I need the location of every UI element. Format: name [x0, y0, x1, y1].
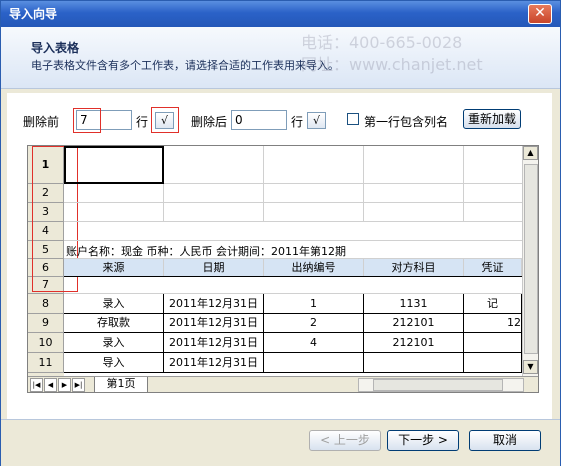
last-sheet-icon[interactable]: ▶| — [72, 378, 85, 392]
table-cell: 录入 — [64, 294, 164, 313]
account-info-text: 账户名称：现金 币种：人民币 会计期间：2011年第12期 — [66, 245, 346, 258]
row-header[interactable]: 9 — [28, 314, 64, 333]
table-cell: 2011年12月31日 — [164, 333, 264, 352]
next-button[interactable]: 下一步 > — [387, 430, 459, 451]
grid-row — [64, 146, 522, 184]
row-header[interactable]: 10 — [28, 333, 64, 353]
vertical-scrollbar[interactable]: ▲ ▼ — [522, 146, 538, 376]
table-cell: 2011年12月31日 — [164, 294, 264, 313]
table-cell: 导入 — [64, 353, 164, 372]
column-header: 来源 — [64, 259, 164, 276]
step-description: 电子表格文件含有多个工作表，请选择合适的工作表用来导入。 — [31, 59, 339, 72]
next-sheet-icon[interactable]: ▶ — [58, 378, 71, 392]
horizontal-scroll-thumb[interactable] — [373, 379, 503, 391]
delete-after-input[interactable]: 0 — [231, 110, 287, 130]
window-title: 导入向导 — [9, 7, 58, 21]
table-row: 录入 2011年12月31日 4 212101 — [64, 333, 522, 353]
rows-label-1: 行 — [136, 115, 149, 129]
table-cell: 1131 — [364, 294, 464, 313]
wizard-footer: < 上一步 下一步 > 取消 — [1, 419, 560, 466]
column-header: 出纳编号 — [264, 259, 364, 276]
title-bar[interactable]: 导入向导 ✕ — [1, 1, 560, 27]
info-row: 账户名称：现金 币种：人民币 会计期间：2011年第12期 — [64, 241, 522, 259]
table-row: 录入 2011年12月31日 1 1131 记 — [64, 294, 522, 314]
apply-button-highlight — [151, 107, 179, 133]
table-cell — [364, 353, 464, 372]
sheet-tab-bar: |◀ ◀ ▶ ▶| 第1页 — [28, 376, 538, 392]
table-cell: 记 — [464, 294, 522, 313]
grid-row — [64, 203, 522, 222]
horizontal-scrollbar[interactable] — [358, 378, 524, 392]
delete-before-label: 删除前 — [23, 115, 60, 129]
cancel-button[interactable]: 取消 — [469, 430, 541, 451]
table-cell: 212101 — [364, 333, 464, 352]
column-header-row: 来源 日期 出纳编号 对方科目 凭证 — [64, 259, 522, 277]
table-cell — [464, 333, 522, 352]
vertical-scroll-thumb[interactable] — [524, 164, 538, 354]
table-cell: 1 — [264, 294, 364, 313]
table-cell: 存取款 — [64, 314, 164, 332]
table-cell: 212101 — [364, 314, 464, 332]
active-cell[interactable] — [64, 146, 164, 184]
scroll-up-icon[interactable]: ▲ — [523, 146, 538, 160]
header-panel: 导入表格 电子表格文件含有多个工作表，请选择合适的工作表用来导入。 — [1, 27, 560, 89]
table-row: 存取款 2011年12月31日 2 212101 12 — [64, 314, 522, 333]
table-cell: 12 — [464, 314, 522, 332]
row-header[interactable]: 8 — [28, 294, 64, 314]
table-cell: 录入 — [64, 333, 164, 352]
prev-sheet-icon[interactable]: ◀ — [44, 378, 57, 392]
rows-label-2: 行 — [291, 115, 304, 129]
delete-before-highlight — [73, 108, 101, 133]
spreadsheet-preview[interactable]: 1 2 3 4 5 6 7 8 9 10 11 账户名称：现金 币种：人民币 会… — [27, 145, 539, 393]
close-button[interactable]: ✕ — [528, 4, 552, 24]
first-row-header-label: 第一行包含列名 — [364, 115, 449, 129]
table-row: 导入 2011年12月31日 — [64, 353, 522, 373]
delete-after-label: 删除后 — [191, 115, 228, 129]
table-cell — [264, 353, 364, 372]
scroll-down-icon[interactable]: ▼ — [523, 360, 538, 374]
apply-delete-after-button[interactable]: √ — [307, 112, 326, 129]
table-cell: 4 — [264, 333, 364, 352]
row-header[interactable]: 11 — [28, 353, 64, 373]
reload-button[interactable]: 重新加载 — [463, 109, 521, 129]
previous-button[interactable]: < 上一步 — [309, 430, 381, 451]
grid-cells: 账户名称：现金 币种：人民币 会计期间：2011年第12期 来源 日期 出纳编号… — [64, 146, 522, 376]
column-header: 日期 — [164, 259, 264, 276]
table-cell: 2 — [264, 314, 364, 332]
grid-row — [64, 222, 522, 241]
content-area: 删除前 7 行 √ 删除后 0 行 √ 第一行包含列名 重新加载 1 2 3 4… — [7, 93, 552, 419]
table-cell: 2011年12月31日 — [164, 314, 264, 332]
first-sheet-icon[interactable]: |◀ — [30, 378, 43, 392]
step-title: 导入表格 — [31, 41, 80, 55]
first-row-header-checkbox[interactable] — [347, 113, 359, 125]
sheet-tab[interactable]: 第1页 — [94, 377, 148, 392]
grid-row — [64, 184, 522, 203]
column-header: 凭证 — [464, 259, 522, 276]
import-wizard-window: 导入向导 ✕ 导入表格 电子表格文件含有多个工作表，请选择合适的工作表用来导入。… — [0, 0, 561, 466]
table-cell — [464, 353, 522, 372]
delete-rows-toolbar: 删除前 7 行 √ 删除后 0 行 √ 第一行包含列名 重新加载 — [7, 93, 552, 143]
grid-row — [64, 277, 522, 294]
table-cell: 2011年12月31日 — [164, 353, 264, 372]
column-header: 对方科目 — [364, 259, 464, 276]
